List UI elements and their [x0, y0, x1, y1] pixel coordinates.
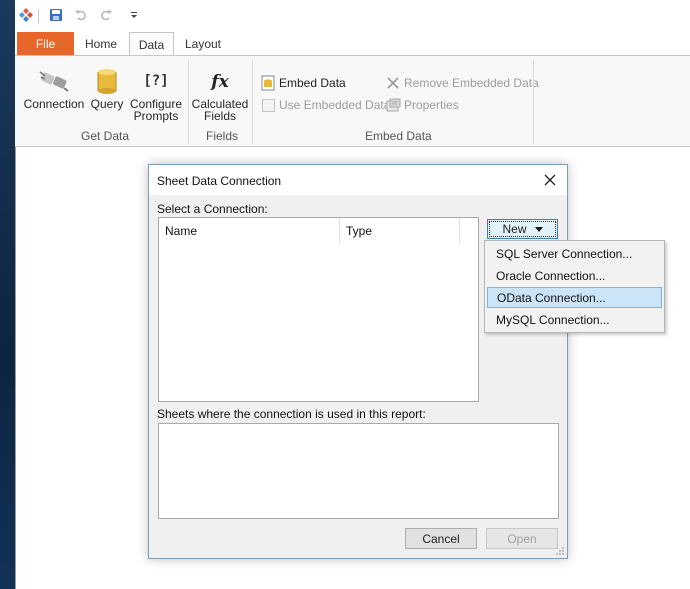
dropdown-arrow-icon	[534, 226, 543, 232]
sheet-data-connection-dialog: Sheet Data Connection Select a Connectio…	[148, 164, 568, 559]
tab-file[interactable]: File	[17, 32, 74, 56]
ribbon-separator	[252, 60, 253, 144]
configure-label-line2: Prompts	[133, 109, 179, 123]
connection-button[interactable]: Connection	[24, 66, 84, 110]
menu-item-odata[interactable]: OData Connection...	[487, 287, 662, 308]
properties-icon	[385, 97, 401, 113]
configure-prompts-button[interactable]: [?] Configure Prompts	[129, 66, 183, 122]
sheets-usage-label: Sheets where the connection is used in t…	[157, 407, 426, 421]
dialog-titlebar: Sheet Data Connection	[149, 165, 567, 195]
embed-data-label: Embed Data	[279, 76, 346, 90]
customize-qat-icon[interactable]	[125, 6, 143, 24]
undo-icon[interactable]	[72, 6, 90, 24]
menu-item-oracle[interactable]: Oracle Connection...	[487, 265, 662, 286]
database-icon	[90, 66, 124, 96]
query-button[interactable]: Query	[89, 66, 125, 110]
connection-plug-icon	[37, 66, 71, 96]
calc-label-line2: Fields	[203, 109, 236, 123]
connection-label: Connection	[23, 97, 85, 111]
svg-text:fx: fx	[210, 72, 229, 92]
select-connection-label: Select a Connection:	[157, 202, 268, 216]
ribbon-panel: Connection Query [?] Configure Prompts G…	[15, 55, 690, 147]
menu-item-sql-server[interactable]: SQL Server Connection...	[487, 243, 662, 264]
save-icon[interactable]	[47, 6, 65, 24]
redo-icon[interactable]	[97, 6, 115, 24]
remove-embedded-data-label: Remove Embedded Data	[404, 76, 539, 90]
column-header-name[interactable]: Name	[159, 218, 340, 244]
ribbon-separator	[188, 60, 189, 144]
svg-text:[?]: [?]	[143, 73, 168, 89]
quick-access-toolbar	[15, 0, 690, 32]
new-connection-button[interactable]: New	[487, 219, 558, 239]
column-header-type[interactable]: Type	[340, 218, 460, 244]
new-connection-menu: SQL Server Connection... Oracle Connecti…	[484, 240, 665, 333]
remove-x-icon	[385, 75, 401, 91]
tab-data[interactable]: Data	[129, 32, 174, 57]
dialog-title: Sheet Data Connection	[157, 174, 282, 188]
properties-label: Properties	[404, 98, 459, 112]
fx-icon: fx	[203, 66, 237, 96]
prompt-bracket-icon: [?]	[139, 66, 173, 96]
cancel-button[interactable]: Cancel	[405, 528, 477, 549]
embed-data-icon	[260, 75, 276, 91]
group-label-embed-data: Embed Data	[365, 129, 432, 143]
sheets-usage-list[interactable]	[158, 423, 559, 519]
embed-data-button[interactable]: Embed Data	[260, 74, 346, 92]
qat-divider	[38, 9, 39, 23]
desktop-background	[0, 0, 15, 589]
group-label-get-data: Get Data	[81, 129, 130, 143]
calculated-fields-button[interactable]: fx Calculated Fields	[192, 66, 249, 123]
ribbon-separator	[533, 60, 534, 144]
tab-home[interactable]: Home	[77, 32, 125, 56]
remove-embedded-data-button[interactable]: Remove Embedded Data	[385, 74, 539, 92]
ribbon-tabs: File Home Data Layout	[15, 32, 690, 57]
checkbox-icon	[260, 97, 276, 113]
new-button-label: New	[502, 222, 527, 236]
connection-list[interactable]: Name Type	[158, 217, 479, 402]
close-icon[interactable]	[541, 171, 559, 189]
resize-grip-icon[interactable]	[555, 546, 565, 556]
open-button[interactable]: Open	[486, 528, 558, 549]
query-label: Query	[90, 97, 124, 111]
use-embedded-data-label: Use Embedded Data	[279, 98, 391, 112]
menu-item-mysql[interactable]: MySQL Connection...	[487, 309, 662, 330]
tab-layout[interactable]: Layout	[177, 32, 229, 56]
group-label-fields: Fields	[206, 129, 239, 143]
app-logo-icon[interactable]	[17, 6, 35, 24]
use-embedded-data-checkbox[interactable]: Use Embedded Data	[260, 96, 390, 114]
properties-button[interactable]: Properties	[385, 96, 459, 114]
